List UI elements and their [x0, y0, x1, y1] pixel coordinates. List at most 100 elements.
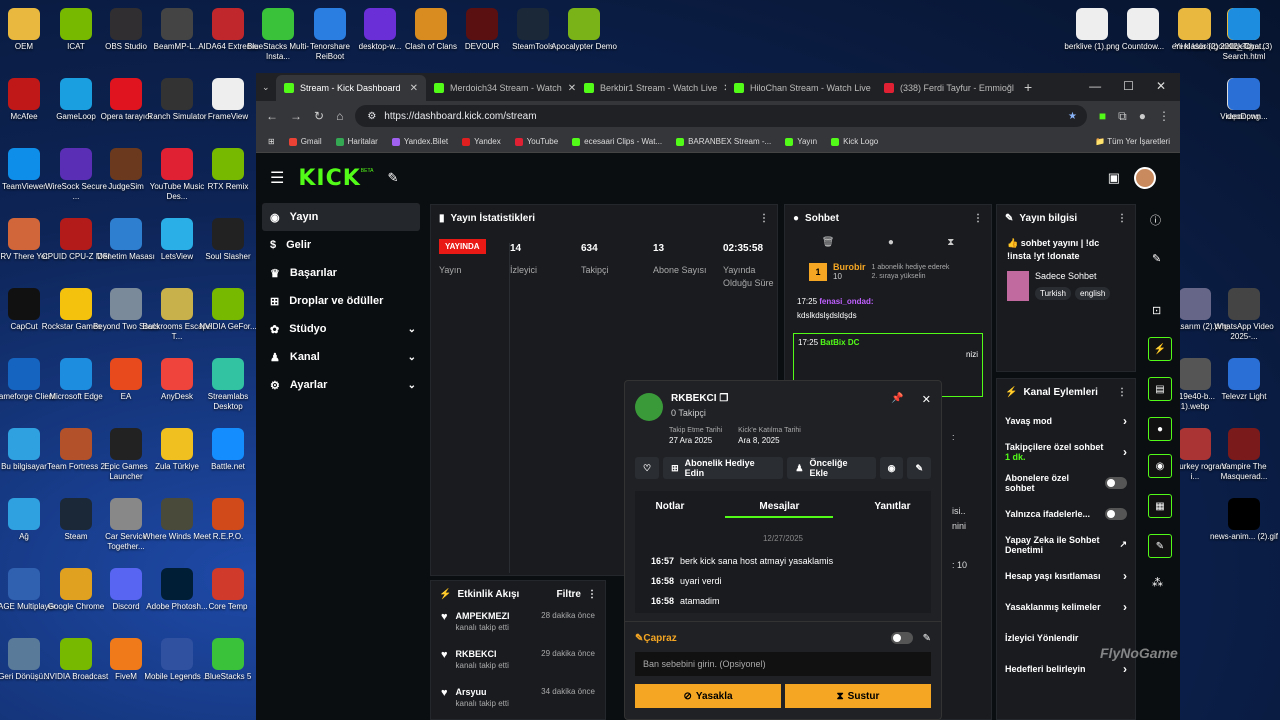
tab-hilochan[interactable]: HiloChan Stream - Watch Live✕: [726, 75, 876, 101]
info-icon[interactable]: ⓘ: [1150, 212, 1161, 228]
edit-icon[interactable]: ✎: [923, 633, 931, 644]
desktop-icon[interactable]: Apocalypter Demo: [549, 8, 619, 52]
desktop-icon[interactable]: NVIDIA GeFor...: [193, 288, 263, 332]
more-icon[interactable]: ⋮: [587, 589, 597, 600]
nav-gelir[interactable]: $ Gelir: [256, 231, 426, 259]
eye-button[interactable]: ◉: [879, 457, 904, 479]
cross-toggle[interactable]: [890, 632, 913, 644]
channel-action-item[interactable]: Yapay Zeka ile Sohbet Denetimi ↗: [997, 529, 1135, 560]
bookmark-ecesaari[interactable]: ecesaari Clips - Wat...: [572, 137, 662, 146]
chat-bubble-icon[interactable]: ●: [888, 237, 894, 248]
trash-icon[interactable]: 🗑: [822, 237, 835, 248]
gift-sub-button[interactable]: ⊞ Abonelik Hediye Edin: [663, 457, 784, 479]
pin-icon[interactable]: 📌: [891, 393, 903, 421]
tag[interactable]: english: [1074, 287, 1111, 300]
tab-merdoich[interactable]: Merdoich34 Stream - Watch ✕: [426, 75, 576, 101]
tab-notlar[interactable]: Notlar: [655, 501, 684, 518]
tag[interactable]: Turkish: [1035, 287, 1071, 300]
copy-icon[interactable]: ❐: [719, 393, 728, 404]
bookmark-gmail[interactable]: Gmail: [288, 137, 322, 146]
more-icon[interactable]: ⋮: [1117, 387, 1127, 398]
mute-mic-button[interactable]: ✎: [907, 457, 931, 479]
tab-youtube[interactable]: (338) Ferdi Tayfur - Emmioğl✕: [876, 75, 1016, 101]
desktop-icon[interactable]: Streamlabs Desktop: [193, 358, 263, 412]
bookmark-star-icon[interactable]: ★: [1068, 111, 1077, 122]
ban-button[interactable]: ⊘ Yasakla: [635, 684, 781, 708]
dots-icon[interactable]: ⁂: [1152, 576, 1163, 589]
nav-ayarlar[interactable]: ⚙ Ayarlar ⌄: [256, 371, 426, 399]
close-icon[interactable]: ✕: [568, 83, 576, 94]
desktop-icon[interactable]: Televzr Light: [1209, 358, 1279, 402]
desktop-icon[interactable]: WhatsApp Video 2025-...: [1209, 288, 1279, 342]
nav-studyo[interactable]: ✿ Stüdyo ⌄: [256, 315, 426, 343]
home-icon[interactable]: ⌂: [336, 109, 343, 123]
menu-icon[interactable]: ⋮: [1158, 109, 1170, 123]
channel-action-item[interactable]: Takipçilere özel sohbet 1 dk. ›: [997, 436, 1135, 467]
nav-droplar[interactable]: ⊞ Droplar ve ödüller: [256, 287, 426, 315]
toggle-switch[interactable]: [1105, 476, 1127, 489]
rail-server-button[interactable]: ▦: [1148, 494, 1172, 518]
bookmark-yandex-bilet[interactable]: Yandex.Bilet: [391, 137, 448, 146]
site-info-icon[interactable]: ⚙: [367, 111, 376, 122]
nav-kanal[interactable]: ♟ Kanal ⌄: [256, 343, 426, 371]
bookmark-kick-logo[interactable]: Kick Logo: [831, 137, 878, 146]
maximize-icon[interactable]: ☐: [1123, 79, 1134, 93]
desktop-icon[interactable]: Vampire The Masquerad...: [1209, 428, 1279, 482]
minimize-icon[interactable]: —: [1089, 79, 1101, 93]
rail-bolt-button[interactable]: ⚡: [1148, 337, 1172, 361]
all-bookmarks[interactable]: 📁 Tüm Yer İşaretleri: [1095, 137, 1170, 146]
avatar[interactable]: [1134, 167, 1156, 189]
rail-chat-button[interactable]: ●: [1148, 417, 1172, 441]
reload-icon[interactable]: ↻: [314, 109, 324, 123]
mute-button[interactable]: ⧗ Sustur: [785, 684, 931, 708]
nav-basarilar[interactable]: ♛ Başarılar: [256, 259, 426, 287]
rail-doc-button[interactable]: ▤: [1148, 377, 1172, 401]
channel-action-item[interactable]: Yasaklanmış kelimeler ›: [997, 591, 1135, 622]
more-icon[interactable]: ⋮: [1117, 213, 1127, 224]
desktop-icon[interactable]: RTX Remix: [193, 148, 263, 192]
nav-yayin[interactable]: ◉ Yayın: [262, 203, 420, 231]
desktop-icon[interactable]: Core Temp: [193, 568, 263, 612]
bookmark-yayin[interactable]: Yayın: [785, 137, 817, 146]
close-icon[interactable]: ✕: [922, 393, 931, 421]
priority-button[interactable]: ♟ Önceliğe Ekle: [787, 457, 876, 479]
camera-icon[interactable]: ▣: [1108, 170, 1120, 186]
more-icon[interactable]: ⋮: [759, 213, 769, 224]
desktop-icon[interactable]: Kick Chat Search.html: [1209, 8, 1279, 62]
bookmark-baranbex[interactable]: BARANBEX Stream -...: [676, 137, 771, 146]
channel-action-item[interactable]: Yavaş mod ›: [997, 405, 1135, 436]
channel-action-item[interactable]: Hesap yaşı kısıtlaması ›: [997, 560, 1135, 591]
ban-reason-input[interactable]: Ban sebebini girin. (Opsiyonel): [635, 652, 931, 676]
bookmark-haritalar[interactable]: Haritalar: [335, 137, 378, 146]
desktop-icon[interactable]: news-anim... (2).gif: [1209, 498, 1279, 542]
extension-icon[interactable]: ■: [1099, 109, 1106, 123]
rail-wrench-button[interactable]: ✎: [1148, 534, 1172, 558]
channel-action-item[interactable]: Abonelere özel sohbet: [997, 467, 1135, 498]
close-window-icon[interactable]: ✕: [1156, 79, 1166, 93]
desktop-icon[interactable]: FrameView: [193, 78, 263, 122]
profile-icon[interactable]: ●: [1139, 109, 1146, 123]
kick-logo[interactable]: KICK: [298, 166, 360, 191]
tab-yanitlar[interactable]: Yanıtlar: [874, 501, 910, 518]
apps-icon[interactable]: ⊞: [268, 137, 275, 146]
tab-search-icon[interactable]: ⌄: [262, 82, 276, 93]
desktop-icon[interactable]: BlueStacks 5: [193, 638, 263, 682]
new-tab-button[interactable]: +: [1024, 79, 1032, 95]
pin-icon[interactable]: ✎: [387, 170, 398, 186]
hourglass-icon[interactable]: ⧗: [947, 237, 954, 248]
close-icon[interactable]: ✕: [410, 83, 418, 94]
back-icon[interactable]: ←: [266, 109, 278, 123]
edit-icon[interactable]: ✎: [1152, 252, 1161, 265]
desktop-icon[interactable]: Soul Slasher: [193, 218, 263, 262]
forward-icon[interactable]: →: [290, 109, 302, 123]
tab-kick-dashboard[interactable]: Stream - Kick Dashboard ✕: [276, 75, 426, 101]
tab-berkbir[interactable]: Berkbir1 Stream - Watch Live✕: [576, 75, 726, 101]
expand-icon[interactable]: ⊡: [1152, 304, 1161, 317]
desktop-icon[interactable]: VideoDown...: [1209, 78, 1279, 122]
hamburger-icon[interactable]: ☰: [270, 168, 284, 188]
tab-mesajlar[interactable]: Mesajlar: [725, 501, 834, 518]
filter-button[interactable]: Filtre: [557, 589, 581, 600]
rail-broadcast-button[interactable]: ◉: [1148, 454, 1172, 478]
channel-action-item[interactable]: Yalnızca ifadelerle...: [997, 498, 1135, 529]
follow-heart-button[interactable]: ♡: [635, 457, 660, 479]
